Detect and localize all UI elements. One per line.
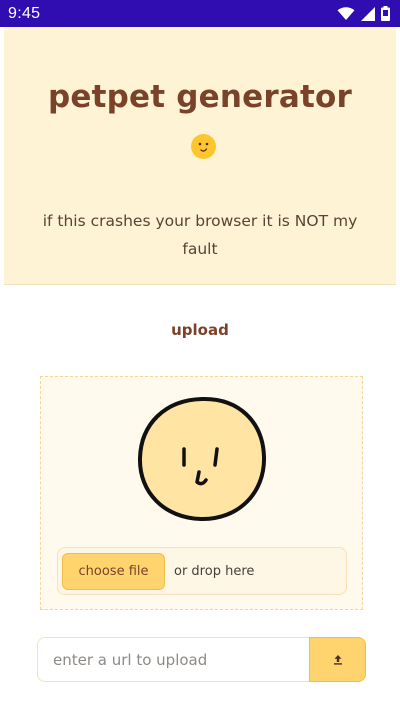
file-picker-row: choose file or drop here xyxy=(57,547,347,595)
cellular-signal-icon xyxy=(361,6,375,21)
smiling-face-emoji xyxy=(191,134,216,159)
status-time: 9:45 xyxy=(8,4,41,22)
page-subtitle: if this crashes your browser it is NOT m… xyxy=(42,212,358,258)
choose-file-button[interactable]: choose file xyxy=(62,552,165,590)
url-upload-row xyxy=(37,637,366,682)
file-dropzone[interactable]: choose file or drop here xyxy=(40,376,363,610)
status-icons xyxy=(337,6,390,21)
page: petpet generator if this crashes your br… xyxy=(4,27,396,711)
header: petpet generator if this crashes your br… xyxy=(4,27,396,285)
url-upload-button[interactable] xyxy=(309,637,366,682)
status-bar: 9:45 xyxy=(0,0,400,27)
drop-here-label: or drop here xyxy=(174,563,255,579)
wifi-icon xyxy=(337,6,355,20)
round-face-illustration xyxy=(137,396,267,522)
upload-section-title: upload xyxy=(171,321,229,339)
page-title: petpet generator xyxy=(48,79,352,115)
url-input[interactable] xyxy=(37,637,309,682)
battery-icon xyxy=(381,6,390,21)
upload-arrow-icon xyxy=(333,655,342,665)
